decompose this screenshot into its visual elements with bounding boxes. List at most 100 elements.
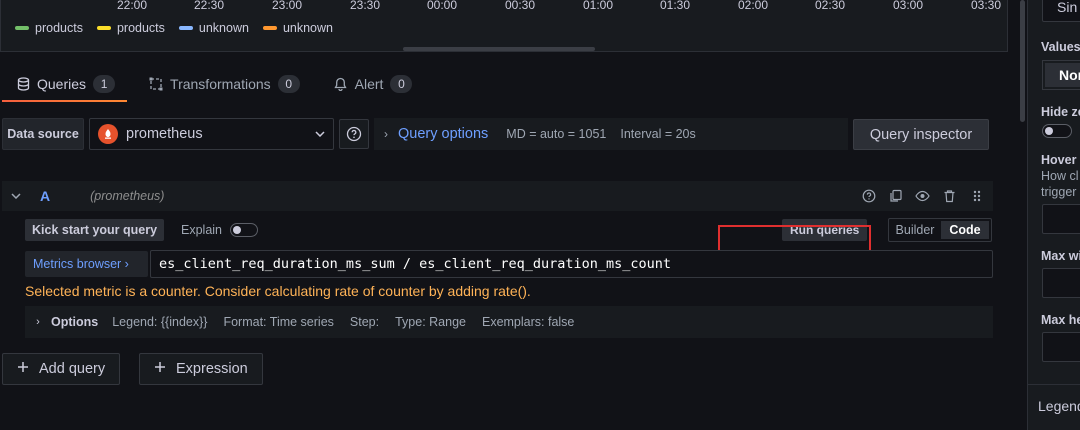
tab-label: Queries	[37, 76, 87, 92]
legend-label: products	[35, 21, 83, 35]
explain-toggle[interactable]	[230, 223, 258, 237]
legend-swatch	[96, 26, 111, 30]
help-icon[interactable]	[860, 188, 877, 205]
time-tick: 23:30	[349, 0, 381, 12]
time-tick: 00:30	[504, 0, 536, 12]
time-tick: 02:30	[814, 0, 846, 12]
promql-query-input[interactable]: es_client_req_duration_ms_sum / es_clien…	[150, 250, 993, 278]
datasource-help-button[interactable]	[339, 119, 369, 149]
plus-icon	[154, 361, 166, 377]
chevron-down-icon[interactable]	[2, 190, 30, 202]
chevron-down-icon	[315, 128, 325, 140]
query-row-header[interactable]: A (prometheus)	[2, 181, 993, 211]
legend-swatch	[15, 26, 29, 30]
datasource-picker[interactable]: prometheus	[89, 118, 334, 150]
legend-swatch	[262, 26, 277, 30]
legend-item[interactable]: unknown	[262, 21, 333, 35]
question-circle-icon	[346, 126, 362, 142]
graph-legend: products products unknown unknown	[15, 21, 333, 35]
legend-item[interactable]: products	[96, 21, 165, 35]
legend-swatch	[178, 26, 193, 30]
explain-label: Explain	[181, 223, 222, 237]
max-height-input[interactable]	[1042, 332, 1080, 362]
datasource-name: prometheus	[126, 126, 203, 142]
options-step: Step:	[349, 315, 380, 329]
options-exemplars: Exemplars: false	[481, 315, 575, 329]
trash-icon[interactable]	[941, 188, 958, 205]
tab-transformations[interactable]: Transformations 0	[133, 66, 312, 102]
time-tick: 22:00	[116, 0, 148, 12]
graph-preview: 22:00 22:30 23:00 23:30 00:00 00:30 01:0…	[0, 0, 1008, 52]
legend-item[interactable]: products	[15, 21, 83, 35]
options-pane: Sin Values Nor Hide ze Hover p How cl tr…	[1027, 0, 1080, 430]
hide-zero-toggle[interactable]	[1042, 124, 1072, 138]
tab-label: Alert	[354, 76, 384, 92]
query-editor: Kick start your query Explain Run querie…	[2, 211, 993, 341]
interval-info: Interval = 20s	[620, 127, 696, 141]
tab-queries[interactable]: Queries 1	[0, 66, 128, 102]
drag-handle-icon[interactable]	[968, 188, 985, 205]
options-title: Options	[51, 315, 99, 329]
time-axis: 22:00 22:30 23:00 23:30 00:00 00:30 01:0…	[1, 0, 1009, 14]
hover-input[interactable]	[1042, 204, 1080, 234]
kick-start-button[interactable]: Kick start your query	[25, 219, 165, 241]
add-query-button[interactable]: Add query	[2, 353, 121, 385]
graph-resize-handle[interactable]	[403, 47, 595, 51]
datasource-row: Data source prometheus › Query options M…	[2, 118, 1008, 152]
chevron-right-icon: ›	[384, 127, 388, 141]
options-top-input[interactable]: Sin	[1042, 0, 1080, 22]
options-legend: Legend: {{index}}	[112, 315, 208, 329]
eye-icon[interactable]	[914, 188, 931, 205]
values-label: Values	[1041, 40, 1080, 54]
time-tick: 22:30	[193, 0, 225, 12]
prometheus-logo-icon	[98, 124, 118, 144]
transform-icon	[149, 77, 163, 91]
max-datapoints-info: MD = auto = 1051	[506, 127, 607, 141]
chevron-right-icon: ›	[36, 316, 40, 328]
max-width-input[interactable]	[1042, 268, 1080, 298]
query-options-toggle[interactable]: › Query options MD = auto = 1051 Interva…	[374, 118, 848, 150]
query-row-actions	[860, 181, 985, 211]
hide-zero-label: Hide ze	[1041, 105, 1080, 119]
mode-builder[interactable]: Builder	[891, 221, 939, 239]
add-expression-label: Expression	[176, 361, 248, 377]
add-expression-button[interactable]: Expression	[139, 353, 263, 385]
options-type: Type: Range	[395, 315, 466, 329]
legend-label: products	[116, 21, 165, 35]
plus-icon	[17, 361, 29, 377]
query-options-row[interactable]: › Options Legend: {{index}} Format: Time…	[25, 306, 993, 338]
query-name[interactable]: A	[40, 188, 50, 204]
hover-description: How cl	[1041, 169, 1079, 183]
max-width-label: Max wi	[1041, 249, 1080, 263]
values-selected-option[interactable]: Nor	[1045, 63, 1080, 87]
tab-label: Transformations	[170, 76, 271, 92]
values-segmented-control[interactable]: Nor	[1042, 60, 1080, 90]
metrics-browser-button[interactable]: Metrics browser ›	[25, 251, 148, 277]
editor-tabs: Queries 1 Transformations 0 Alert 0	[0, 66, 1008, 102]
query-inspector-button[interactable]: Query inspector	[853, 119, 989, 150]
max-height-label: Max he	[1041, 313, 1080, 327]
section-divider	[1028, 384, 1080, 385]
add-query-label: Add query	[39, 361, 106, 377]
query-options-title: Query options	[398, 126, 489, 142]
explain-toggle-group: Explain	[181, 219, 258, 241]
time-tick: 02:00	[737, 0, 769, 12]
hover-label: Hover p	[1041, 153, 1080, 167]
time-tick: 03:00	[892, 0, 924, 12]
tab-alert[interactable]: Alert 0	[318, 66, 425, 102]
legend-item[interactable]: unknown	[178, 21, 249, 35]
time-tick: 23:00	[271, 0, 303, 12]
legend-section-header[interactable]: Legend	[1038, 398, 1080, 414]
time-tick: 03:30	[970, 0, 1002, 12]
counter-warning: Selected metric is a counter. Consider c…	[25, 283, 531, 299]
mode-code[interactable]: Code	[941, 221, 989, 239]
time-tick: 01:00	[582, 0, 614, 12]
bell-icon	[334, 77, 348, 91]
tab-count: 0	[277, 75, 300, 93]
legend-label: unknown	[198, 21, 249, 35]
duplicate-icon[interactable]	[887, 188, 904, 205]
legend-label: unknown	[282, 21, 333, 35]
editor-mode-switch: Builder Code	[888, 218, 992, 242]
tab-count: 0	[390, 75, 413, 93]
editor-scrollbar[interactable]	[1020, 0, 1025, 122]
